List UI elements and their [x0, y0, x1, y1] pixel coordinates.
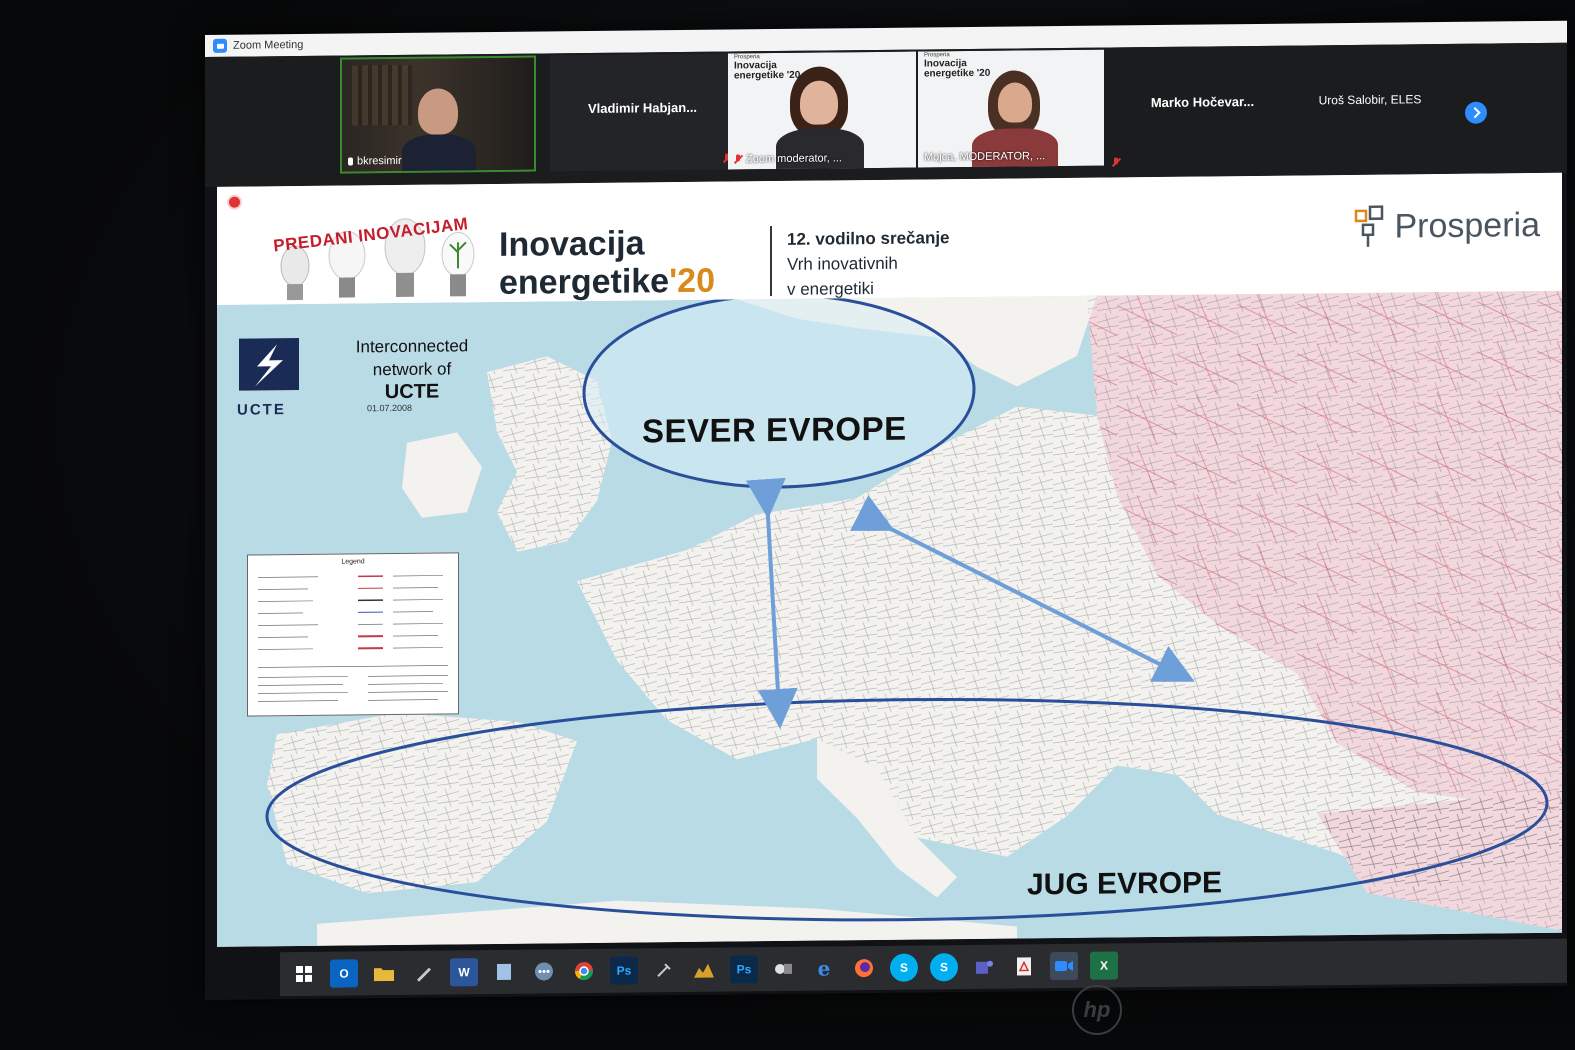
participant-face	[418, 88, 458, 135]
participant-tile[interactable]: Prosperia Inovacija energetike '20 Zoom …	[728, 51, 916, 170]
mini-title: Inovacija energetike '20	[924, 58, 991, 80]
pen-icon[interactable]	[410, 959, 438, 987]
mini-title: Inovacija energetike '20	[734, 60, 801, 82]
zoom-icon[interactable]	[1050, 951, 1078, 981]
notepad-icon[interactable]	[490, 958, 518, 986]
slide-header: PREDANI INOVACIJAM Inovacija energetike'…	[217, 172, 1562, 305]
chat-icon[interactable]	[530, 957, 558, 985]
chrome-icon[interactable]	[570, 957, 598, 985]
outlook-icon[interactable]: O	[330, 959, 358, 988]
ucte-logo-label: UCTE	[237, 401, 286, 419]
photo-of-monitor: Zoom Meeting bkresimir Vladimir Habjan..…	[0, 0, 1575, 1050]
pdf-icon[interactable]	[1010, 952, 1038, 980]
file-explorer-icon[interactable]	[370, 959, 398, 987]
participant-tile[interactable]: bkresimir	[340, 55, 536, 174]
excel-icon[interactable]: X	[1090, 951, 1118, 980]
muted-mic-icon	[734, 154, 742, 164]
start-icon[interactable]	[290, 960, 318, 988]
skype-icon[interactable]: S	[930, 953, 958, 982]
participant-tile[interactable]: Prosperia Inovacija energetike '20 Mojca…	[918, 49, 1104, 168]
muted-mic-icon	[1112, 157, 1120, 167]
participant-name: Zoom moderator, ...	[734, 152, 842, 165]
prosperia-wordmark: Prosperia	[1394, 205, 1540, 246]
participant-name: bkresimir	[348, 155, 402, 168]
participant-tile[interactable]: Vladimir Habjan...	[550, 53, 735, 172]
participant-strip: bkresimir Vladimir Habjan... Prosperia I…	[205, 42, 1567, 187]
map-heading: Interconnected network of UCTE	[355, 336, 469, 404]
north-europe-ellipse	[582, 293, 976, 489]
edge-icon[interactable]: e	[810, 954, 838, 982]
participant-name: Mojca, MODERATOR, ...	[924, 150, 1046, 164]
word-icon[interactable]: W	[450, 958, 478, 987]
participant-name: Marko Hočevar...	[1150, 94, 1255, 111]
participant-tile[interactable]: Marko Hočevar...	[1125, 48, 1280, 166]
participant-face	[998, 82, 1032, 123]
prosperia-mark-icon	[1355, 205, 1384, 247]
event-title: Inovacija energetike'20	[499, 224, 715, 302]
north-region-label: SEVER EVROPE	[642, 409, 907, 450]
next-page-button[interactable]	[1465, 101, 1487, 124]
windows-taskbar: O W Ps Ps e S S X	[280, 938, 1567, 997]
chart-icon[interactable]	[690, 956, 718, 984]
prosperia-logo: Prosperia	[1354, 203, 1540, 249]
participant-face	[800, 80, 838, 125]
map-legend: Legend	[247, 552, 459, 717]
shared-slide: PREDANI INOVACIJAM Inovacija energetike'…	[217, 172, 1562, 947]
tool-icon[interactable]	[650, 956, 678, 984]
monitor-screen: Zoom Meeting bkresimir Vladimir Habjan..…	[205, 20, 1567, 1001]
legend-entries	[258, 575, 448, 702]
photoshop-icon[interactable]: Ps	[610, 956, 638, 985]
header-divider	[770, 226, 772, 297]
recording-indicator-icon	[229, 196, 240, 208]
photoshop-icon[interactable]: Ps	[730, 955, 758, 984]
zoom-icon	[213, 38, 227, 53]
ucte-logo-icon	[239, 338, 299, 391]
south-region-label: JUG EVROPE	[1027, 866, 1223, 902]
skype-icon[interactable]: S	[890, 953, 918, 982]
participant-name: Vladimir Habjan...	[587, 99, 698, 116]
event-subtitle: 12. vodilno srečanje Vrh inovativnih v e…	[787, 228, 950, 299]
map-date: 01.07.2008	[367, 402, 413, 414]
network-icon[interactable]	[770, 955, 798, 983]
participant-body	[402, 134, 476, 174]
teams-icon[interactable]	[970, 953, 998, 981]
bookshelf-image	[352, 64, 412, 126]
microphone-icon	[348, 157, 353, 166]
firefox-icon[interactable]	[850, 954, 878, 982]
participant-tile[interactable]: Uroš Salobir, ELES	[1295, 46, 1445, 164]
hp-logo: hp	[1072, 985, 1122, 1035]
window-title: Zoom Meeting	[233, 38, 304, 52]
participant-name: Uroš Salobir, ELES	[1318, 92, 1422, 108]
